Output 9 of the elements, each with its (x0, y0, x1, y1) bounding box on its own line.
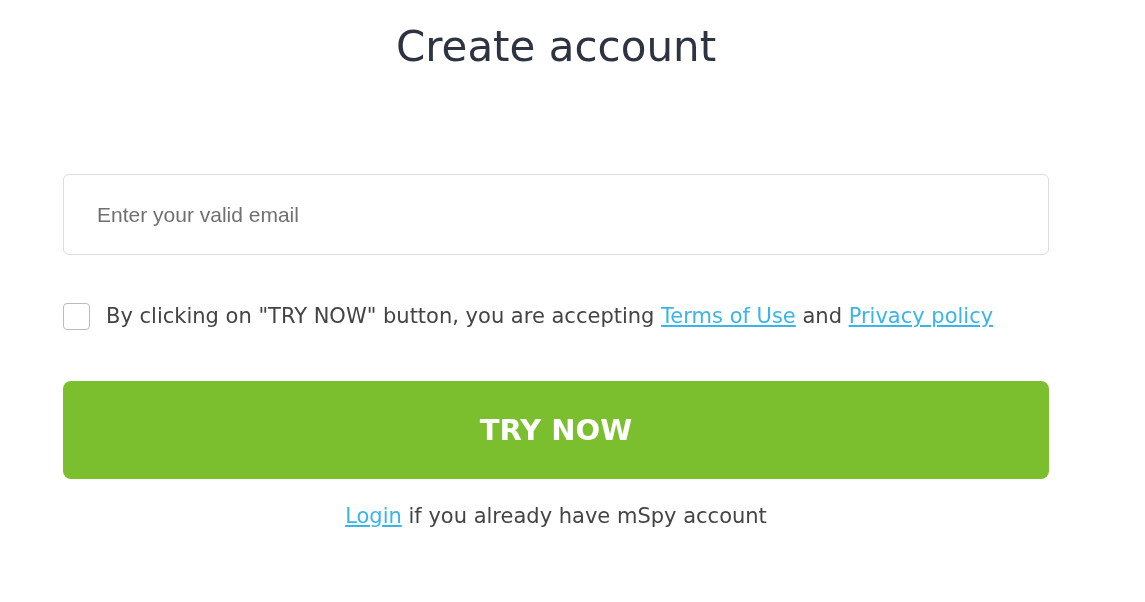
page-title: Create account (394, 22, 718, 73)
terms-link[interactable]: Terms of Use (661, 304, 796, 329)
email-field[interactable]: Enter your valid email (63, 174, 1049, 256)
login-link[interactable]: Login (345, 504, 402, 529)
try-now-button[interactable]: TRY NOW (63, 381, 1049, 480)
privacy-link[interactable]: Privacy policy (848, 304, 994, 329)
consent-checkbox[interactable] (63, 303, 90, 331)
consent-text: By clicking on "TRY NOW" button, you are accepting Terms of Use and Privacy policy (106, 303, 994, 331)
login-sentence: Login if you already have mSpy account (344, 503, 768, 531)
